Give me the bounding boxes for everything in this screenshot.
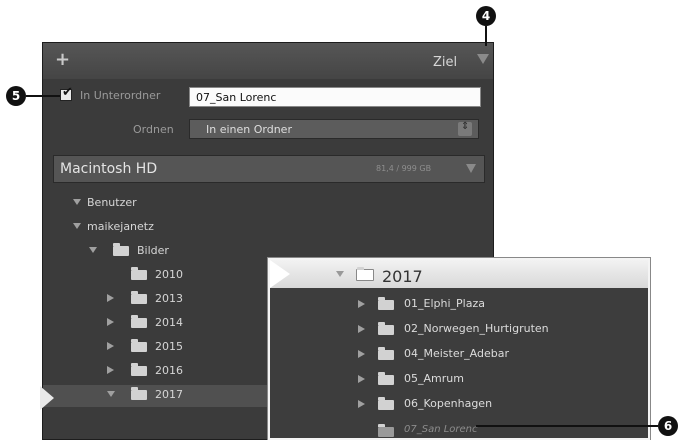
folder-icon [131,291,147,304]
folder-icon [378,424,394,437]
expand-triangle-icon[interactable] [73,223,81,229]
volume-size: 81,4 / 999 GB [376,164,432,173]
volume-triangle-icon[interactable] [466,164,476,173]
collapsed-triangle-icon[interactable] [358,300,365,308]
callout-4: 4 [476,6,496,26]
collapsed-triangle-icon[interactable] [358,350,365,358]
volume-header[interactable]: Macintosh HD 81,4 / 999 GB [53,155,485,183]
overlay-folder-01_Elphi_Plaza[interactable]: 01_Elphi_Plaza [270,292,648,316]
callout-6: 6 [658,416,678,436]
collapsed-triangle-icon[interactable] [358,325,365,333]
folder-icon [378,372,394,385]
zoom-overlay: 2017 01_Elphi_Plaza 02_Norwegen_Hurtigrut… [268,258,650,440]
callout-6-line [476,425,658,427]
tree-item-label: 2015 [155,340,183,353]
overlay-folder-05_Amrum[interactable]: 05_Amrum [270,367,648,391]
tree-item-maikejanetz[interactable]: maikejanetz [43,217,493,239]
select-stepper-icon: ⇕ [458,121,472,136]
tree-item-label: 2016 [155,364,183,377]
collapsed-triangle-icon[interactable] [107,366,114,374]
overlay-folder-label: 05_Amrum [404,372,464,385]
overlay-header-row[interactable]: 2017 [270,260,648,288]
folder-icon [356,267,374,281]
volume-name: Macintosh HD [60,161,158,177]
add-icon[interactable]: + [55,49,70,70]
tree-item-label: 2013 [155,292,183,305]
folder-icon [131,339,147,352]
collapsed-triangle-icon[interactable] [358,375,365,383]
subfolder-name-input[interactable] [189,87,481,107]
folder-icon [131,267,147,280]
collapsed-triangle-icon[interactable] [107,294,114,302]
folder-icon [378,397,394,410]
folder-icon [131,387,147,400]
tree-item-label: 2010 [155,268,183,281]
new-folder-preview: 07_San Lorenc [270,419,648,438]
callout-5: 5 [6,86,26,106]
checkmark-icon: ✔ [62,85,73,100]
folder-icon [378,322,394,335]
expand-triangle-icon[interactable] [73,199,81,205]
panel-title: Ziel [433,55,458,70]
folder-icon [131,315,147,328]
overlay-folder-label: 01_Elphi_Plaza [404,297,485,310]
folder-icon [113,243,129,256]
folder-icon [378,347,394,360]
callout-5-line [26,95,60,97]
subfolder-checkbox[interactable]: ✔ [60,85,73,101]
expand-triangle-icon[interactable] [89,247,97,253]
overlay-folder-label: 04_Meister_Adebar [404,347,509,360]
tree-item-label: Bilder [137,244,169,257]
tree-item-label: 2017 [155,388,183,401]
collapse-triangle-icon[interactable] [477,54,489,64]
tree-item-Benutzer[interactable]: Benutzer [43,193,493,215]
callout-4-line [485,26,487,46]
tree-item-label: maikejanetz [87,220,154,233]
overlay-header-label: 2017 [382,267,423,286]
subfolder-label: In Unterordner [80,89,161,102]
organize-select[interactable]: In einen Ordner ⇕ [189,119,479,139]
tree-item-label: Benutzer [87,196,137,209]
panel-header[interactable]: + Ziel [43,43,493,79]
folder-icon [131,363,147,376]
pointer-arrow-icon [40,386,54,410]
collapsed-triangle-icon[interactable] [107,342,114,350]
tree-item-label: 2014 [155,316,183,329]
expand-triangle-icon[interactable] [107,391,115,397]
new-folder-label: 07_San Lorenc [404,424,478,435]
collapsed-triangle-icon[interactable] [107,318,114,326]
organize-value: In einen Ordner [206,123,292,136]
collapsed-triangle-icon[interactable] [358,400,365,408]
overlay-folder-04_Meister_Adebar[interactable]: 04_Meister_Adebar [270,342,648,366]
overlay-folder-label: 02_Norwegen_Hurtigruten [404,322,549,335]
folder-icon [378,297,394,310]
overlay-folder-02_Norwegen_Hurtigruten[interactable]: 02_Norwegen_Hurtigruten [270,317,648,341]
overlay-folder-label: 06_Kopenhagen [404,397,493,410]
pointer-arrow-icon [270,260,290,288]
overlay-folder-06_Kopenhagen[interactable]: 06_Kopenhagen [270,392,648,416]
expand-triangle-icon[interactable] [336,271,344,277]
organize-label: Ordnen [133,123,174,136]
